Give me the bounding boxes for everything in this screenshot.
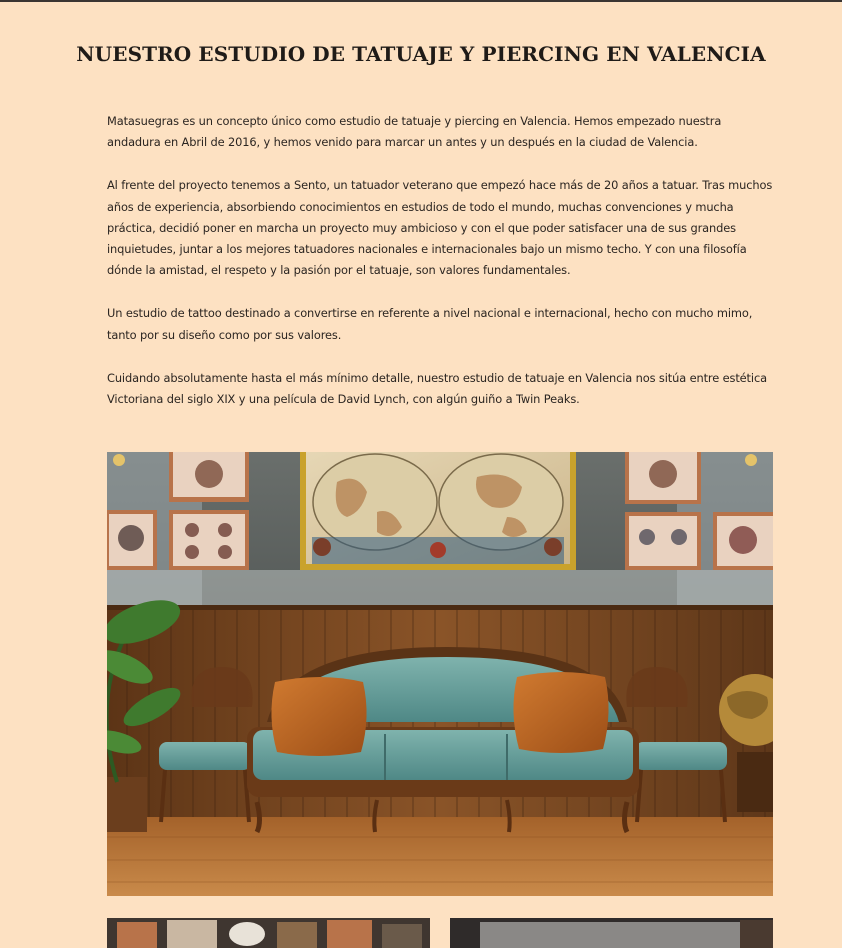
paragraph-sento: Al frente del proyecto tenemos a Sento, … <box>107 178 773 278</box>
gallery-thumbnail <box>107 918 430 948</box>
intro-text: Matasuegras es un concepto único como es… <box>107 111 775 432</box>
paragraph-intro: Matasuegras es un concepto único como es… <box>107 114 722 150</box>
top-border <box>0 0 842 2</box>
paragraph-aesthetic: Cuidando absolutamente hasta el más míni… <box>107 370 767 407</box>
page-title: NUESTRO ESTUDIO DE TATUAJE Y PIERCING EN… <box>76 42 766 66</box>
paragraph-reference: Un estudio de tattoo destinado a convert… <box>107 306 753 342</box>
gallery-thumbnail <box>450 918 773 948</box>
studio-photo <box>107 452 773 896</box>
